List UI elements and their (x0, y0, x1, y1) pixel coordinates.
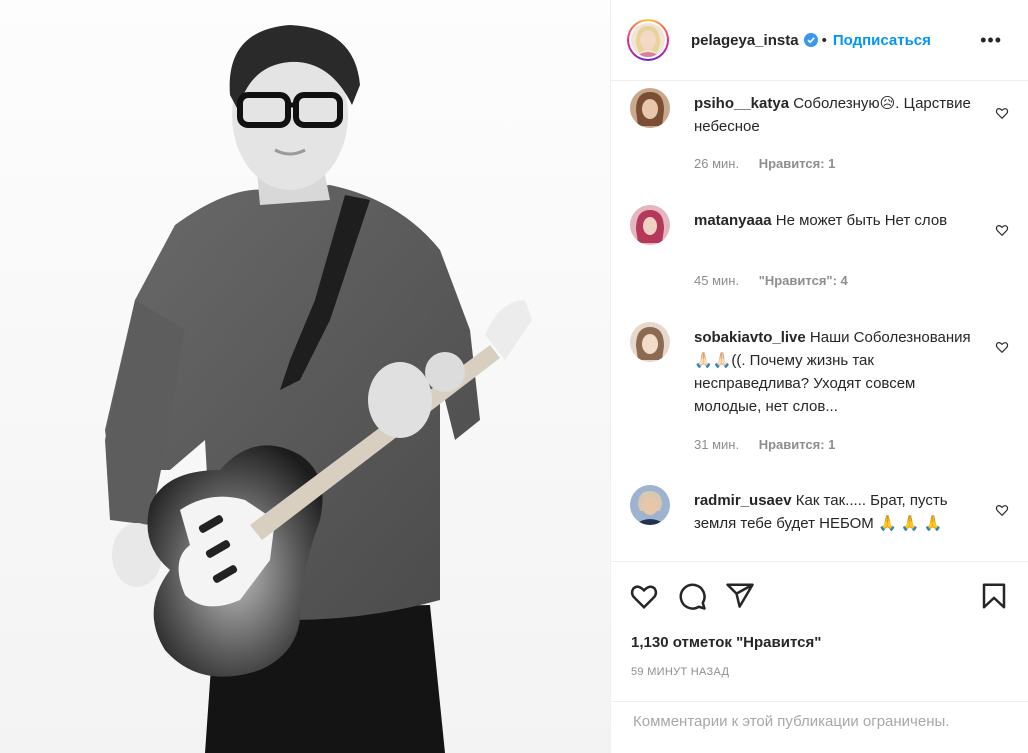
comments-restricted-notice: Комментарии к этой публикации ограничены… (611, 701, 1028, 753)
author-avatar[interactable] (627, 19, 669, 61)
comment-like-heart-icon[interactable] (995, 223, 1009, 237)
comment-meta: 45 мин. "Нравится": 4 (694, 273, 848, 288)
guitarist-photo-illustration (0, 0, 610, 753)
comment-text: Не может быть Нет слов (775, 212, 948, 229)
comment-item: radmir_usaev Как так..... Брат, пусть зе… (630, 485, 1028, 561)
comment-meta: 26 мин. Нравится: 1 (694, 156, 835, 171)
comment-likes[interactable]: Нравится: 1 (759, 437, 836, 452)
post-actions: 1,130 отметок "Нравится" 59 МИНУТ НАЗАД (611, 561, 1028, 701)
commenter-avatar[interactable] (630, 205, 670, 245)
comment-username[interactable]: sobakiavto_live (694, 329, 806, 346)
comment-username[interactable]: matanyaaa (694, 212, 772, 229)
follow-button[interactable]: Подписаться (833, 32, 931, 49)
comment-likes[interactable]: Нравится: 1 (759, 156, 836, 171)
comment-meta: 31 мин. Нравится: 1 (694, 437, 835, 452)
comment-username[interactable]: psiho__katya (694, 95, 789, 112)
commenter-avatar[interactable] (630, 88, 670, 128)
comment-username[interactable]: radmir_usaev (694, 492, 792, 509)
comment-item: sobakiavto_live Наши Соболезнования 🙏🏻🙏🏻… (630, 322, 1028, 482)
post-photo[interactable] (0, 0, 611, 753)
comment-like-heart-icon[interactable] (995, 503, 1009, 517)
header-separator: • (821, 31, 827, 49)
comment-time: 31 мин. (694, 437, 740, 452)
like-heart-icon[interactable] (629, 581, 659, 611)
comment-time: 26 мин. (694, 156, 740, 171)
author-username[interactable]: pelageya_insta (691, 32, 799, 49)
post-header: pelageya_insta • Подписаться ••• (611, 0, 1028, 81)
instagram-post: pelageya_insta • Подписаться ••• psiho__… (0, 0, 1028, 753)
commenter-avatar[interactable] (630, 322, 670, 362)
comment-bubble-icon[interactable] (677, 581, 707, 611)
comment-item: psiho__katya Соболезную😥. Царствие небес… (630, 88, 1028, 198)
post-panel: pelageya_insta • Подписаться ••• psiho__… (611, 0, 1028, 753)
verified-badge-icon (803, 33, 818, 47)
likes-count[interactable]: 1,130 отметок "Нравится" (631, 634, 821, 651)
commenter-avatar[interactable] (630, 485, 670, 525)
comment-item: matanyaaa Не может быть Нет слов 45 мин.… (630, 205, 1028, 315)
comment-time: 45 мин. (694, 273, 740, 288)
author-avatar-image (631, 23, 665, 57)
comments-list[interactable]: psiho__katya Соболезную😥. Царствие небес… (611, 81, 1028, 561)
comment-like-heart-icon[interactable] (995, 106, 1009, 120)
bookmark-save-icon[interactable] (979, 581, 1009, 611)
comment-like-heart-icon[interactable] (995, 340, 1009, 354)
comment-likes[interactable]: "Нравится": 4 (759, 273, 848, 288)
share-send-icon[interactable] (725, 581, 755, 611)
post-time[interactable]: 59 МИНУТ НАЗАД (631, 666, 729, 678)
